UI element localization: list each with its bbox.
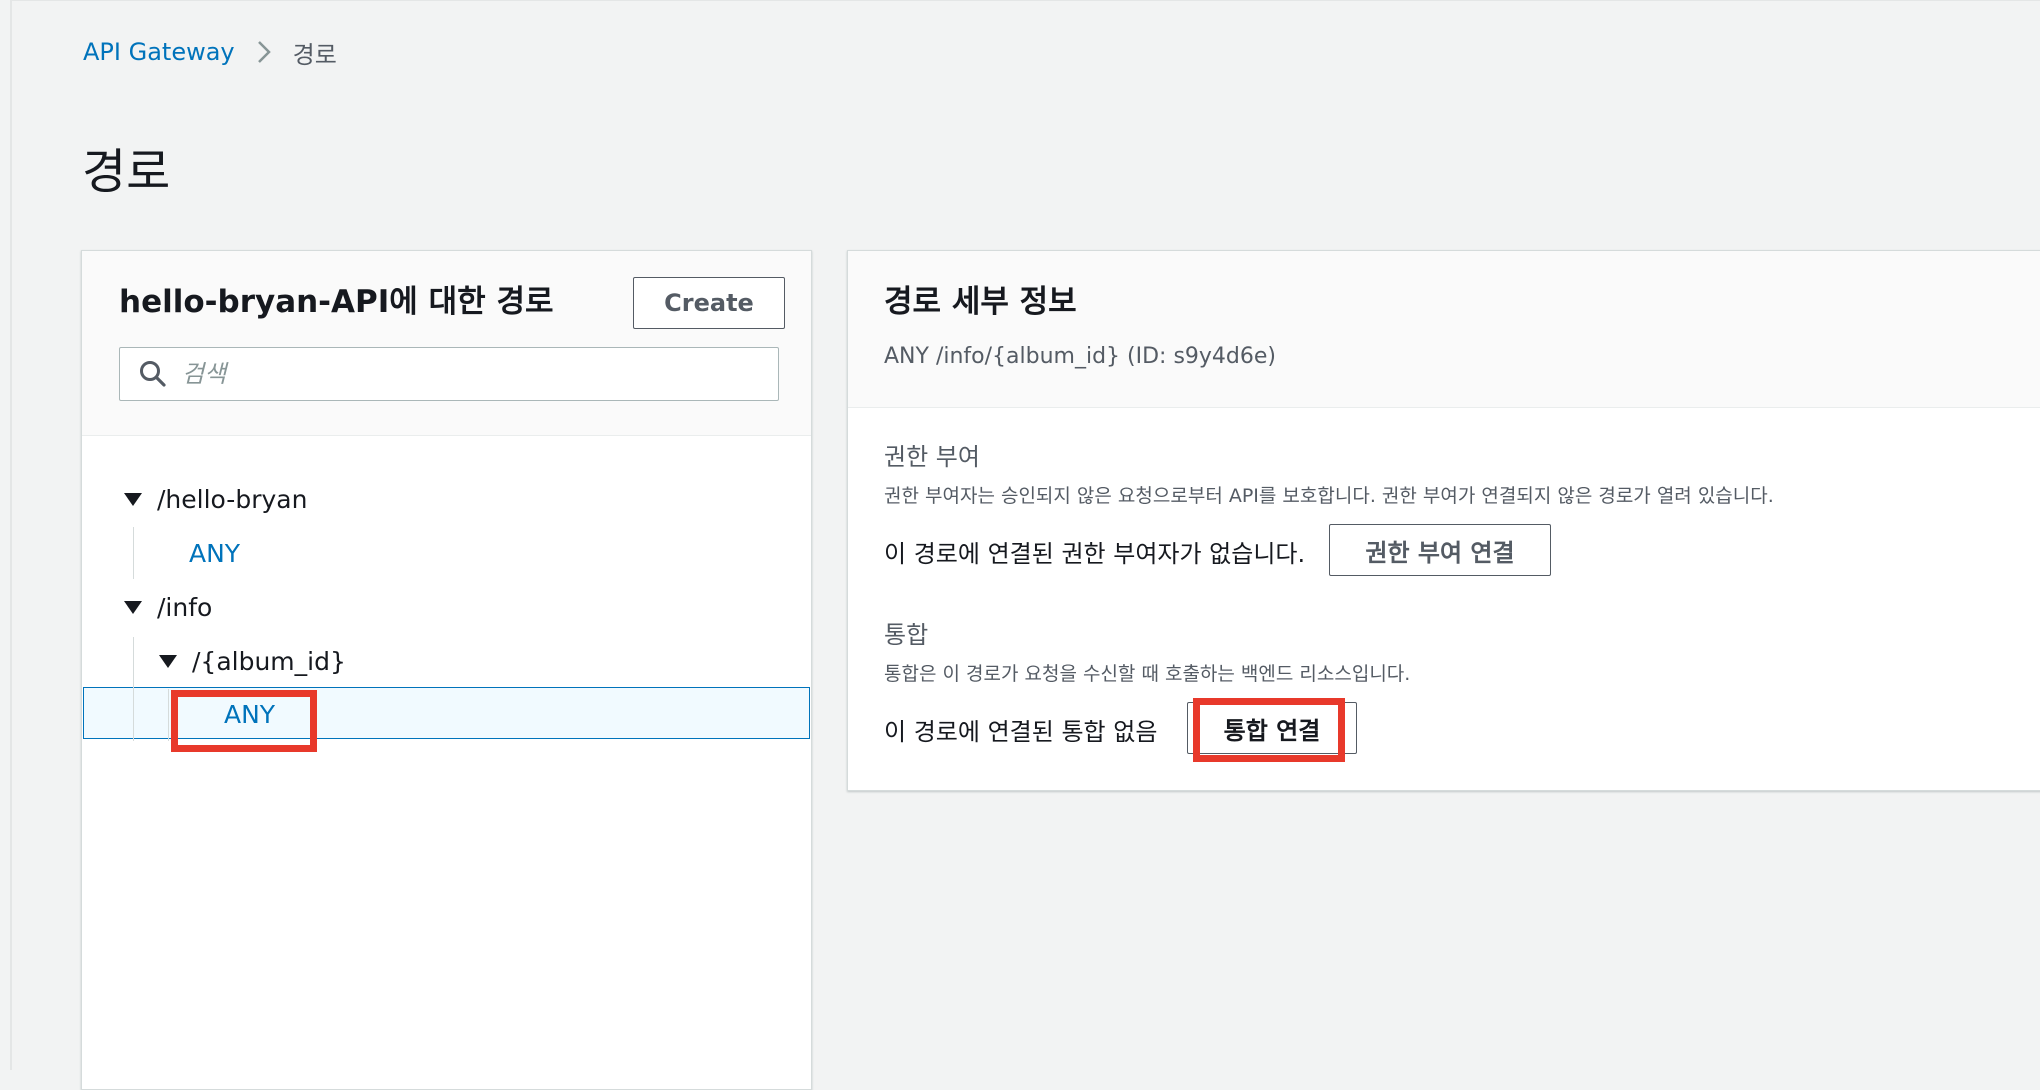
breadcrumb: API Gateway 경로 (83, 34, 337, 70)
route-details-panel: 경로 세부 정보 ANY /info/{album_id} (ID: s9y4d… (847, 250, 2040, 791)
breadcrumb-api-gateway-link[interactable]: API Gateway (83, 38, 235, 66)
authorization-status: 이 경로에 연결된 권한 부여자가 없습니다. (884, 540, 1306, 568)
integration-label: 통합 (884, 621, 929, 649)
tree-path-label: /info (157, 592, 213, 622)
integration-description: 통합은 이 경로가 요청을 수신할 때 호출하는 백엔드 리소스입니다. (884, 663, 1411, 685)
integration-status: 이 경로에 연결된 통합 없음 (884, 718, 1158, 746)
tree-guide-line (168, 689, 169, 741)
authorization-description: 권한 부여자는 승인되지 않은 요청으로부터 API를 보호합니다. 권한 부여… (884, 485, 1774, 507)
selected-route-row (83, 687, 810, 739)
tree-path-label: /hello-bryan (157, 484, 308, 514)
tree-node-info[interactable]: /info (123, 581, 212, 633)
tree-node-album-id[interactable]: /{album_id} (158, 635, 346, 687)
caret-down-icon[interactable] (123, 489, 143, 509)
attach-integration-button[interactable]: 통합 연결 (1187, 702, 1357, 754)
authorization-label: 권한 부여 (884, 443, 980, 471)
route-details-subtitle: ANY /info/{album_id} (ID: s9y4d6e) (884, 344, 1276, 369)
left-border (10, 0, 12, 1070)
routes-panel-title: hello-bryan-API에 대한 경로 (119, 284, 554, 320)
search-field[interactable] (119, 347, 779, 401)
search-input[interactable] (180, 359, 744, 389)
tree-guide-line (133, 637, 134, 741)
caret-down-icon[interactable] (158, 651, 178, 671)
create-route-button[interactable]: Create (633, 277, 785, 329)
tree-method-album-id-any[interactable]: ANY (224, 688, 275, 740)
top-border (10, 0, 2040, 1)
tree-method-hello-bryan-any[interactable]: ANY (189, 527, 240, 579)
breadcrumb-current: 경로 (292, 40, 337, 69)
route-details-title: 경로 세부 정보 (884, 284, 1077, 320)
tree-method-label[interactable]: ANY (224, 700, 275, 729)
caret-down-icon[interactable] (123, 597, 143, 617)
tree-node-hello-bryan[interactable]: /hello-bryan (123, 473, 307, 525)
search-icon (138, 359, 168, 389)
page-title: 경로 (82, 144, 171, 200)
tree-method-label[interactable]: ANY (189, 539, 240, 568)
chevron-right-icon (257, 40, 271, 64)
tree-path-label: /{album_id} (192, 646, 346, 676)
route-details-header: 경로 세부 정보 ANY /info/{album_id} (ID: s9y4d… (848, 251, 2040, 408)
attach-authorizer-button[interactable]: 권한 부여 연결 (1329, 524, 1551, 576)
tree-guide-line (133, 527, 134, 579)
routes-panel: hello-bryan-API에 대한 경로 Create /hello-bry… (81, 250, 812, 1090)
routes-panel-header: hello-bryan-API에 대한 경로 Create (82, 251, 811, 436)
